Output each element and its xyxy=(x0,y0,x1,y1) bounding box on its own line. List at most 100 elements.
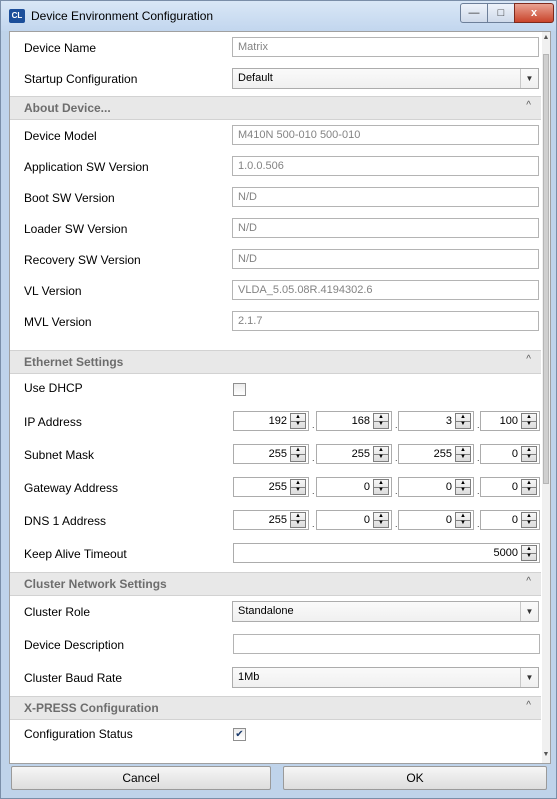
dns-octet-4[interactable]: 0 ▲ ▼ xyxy=(480,510,540,530)
gateway-octet-3[interactable]: 0 ▲ ▼ xyxy=(398,477,474,497)
loader-sw-version-field[interactable]: N/D xyxy=(232,218,539,238)
spin-buttons[interactable]: ▲ ▼ xyxy=(521,446,537,462)
section-about-device[interactable]: About Device... ^ xyxy=(10,96,541,120)
spin-buttons[interactable]: ▲ ▼ xyxy=(521,545,537,561)
spin-down-icon[interactable]: ▼ xyxy=(456,520,470,527)
spin-down-icon[interactable]: ▼ xyxy=(291,520,305,527)
section-ethernet-settings-title: Ethernet Settings xyxy=(24,355,124,369)
gateway-octet-1-value: 255 xyxy=(268,481,287,493)
spin-down-icon[interactable]: ▼ xyxy=(456,454,470,461)
spin-buttons[interactable]: ▲ ▼ xyxy=(455,446,471,462)
maximize-button[interactable]: □ xyxy=(487,3,515,23)
cluster-role-select[interactable]: Standalone ▼ xyxy=(232,601,539,622)
spin-down-icon[interactable]: ▼ xyxy=(374,421,388,428)
ip-octet-4[interactable]: 100 ▲ ▼ xyxy=(480,411,540,431)
subnet-octet-2[interactable]: 255 ▲ ▼ xyxy=(316,444,392,464)
spin-down-icon[interactable]: ▼ xyxy=(522,421,536,428)
chevron-up-icon[interactable]: ^ xyxy=(526,100,531,111)
chevron-down-icon[interactable]: ▼ xyxy=(520,69,538,88)
ip-octet-2[interactable]: 168 ▲ ▼ xyxy=(316,411,392,431)
spin-down-icon[interactable]: ▼ xyxy=(456,421,470,428)
dns-octet-3-value: 0 xyxy=(445,514,452,526)
section-about-device-title: About Device... xyxy=(24,101,111,115)
device-name-field[interactable]: Matrix xyxy=(232,37,539,57)
configuration-status-checkbox[interactable]: ✔ xyxy=(233,728,246,741)
spin-down-icon[interactable]: ▼ xyxy=(291,454,305,461)
spin-buttons[interactable]: ▲ ▼ xyxy=(290,446,306,462)
dns-octet-1[interactable]: 255 ▲ ▼ xyxy=(233,510,309,530)
vertical-scrollbar[interactable]: ▲ ▼ xyxy=(542,32,550,763)
section-cluster-network-settings[interactable]: Cluster Network Settings ^ xyxy=(10,572,541,596)
spin-down-icon[interactable]: ▼ xyxy=(522,553,536,560)
spin-down-icon[interactable]: ▼ xyxy=(291,487,305,494)
subnet-octet-4[interactable]: 0 ▲ ▼ xyxy=(480,444,540,464)
device-model-field[interactable]: M410N 500-010 500-010 xyxy=(232,125,539,145)
spin-buttons[interactable]: ▲ ▼ xyxy=(455,479,471,495)
spin-down-icon[interactable]: ▼ xyxy=(456,487,470,494)
app-sw-version-field[interactable]: 1.0.0.506 xyxy=(232,156,539,176)
vl-version-field[interactable]: VLDA_5.05.08R.4194302.6 xyxy=(232,280,539,300)
spin-down-icon[interactable]: ▼ xyxy=(374,454,388,461)
check-icon: ✔ xyxy=(235,729,244,740)
ip-octet-1-value: 192 xyxy=(268,415,287,427)
chevron-down-icon[interactable]: ▼ xyxy=(520,602,538,621)
use-dhcp-checkbox[interactable] xyxy=(233,383,246,396)
minimize-button[interactable]: — xyxy=(460,3,488,23)
spin-buttons[interactable]: ▲ ▼ xyxy=(373,479,389,495)
subnet-octet-1[interactable]: 255 ▲ ▼ xyxy=(233,444,309,464)
spin-buttons[interactable]: ▲ ▼ xyxy=(521,512,537,528)
spin-down-icon[interactable]: ▼ xyxy=(374,487,388,494)
boot-sw-version-field[interactable]: N/D xyxy=(232,187,539,207)
gateway-octet-4[interactable]: 0 ▲ ▼ xyxy=(480,477,540,497)
spin-buttons[interactable]: ▲ ▼ xyxy=(521,479,537,495)
startup-configuration-select[interactable]: Default ▼ xyxy=(232,68,539,89)
mvl-version-field[interactable]: 2.1.7 xyxy=(232,311,539,331)
spin-down-icon[interactable]: ▼ xyxy=(291,421,305,428)
section-ethernet-settings[interactable]: Ethernet Settings ^ xyxy=(10,350,541,374)
section-xpress-configuration[interactable]: X-PRESS Configuration ^ xyxy=(10,696,541,720)
gateway-address-row: Gateway Address 255 ▲ ▼ . 0 ▲ ▼ . 0 ▲ ▼ . 0 ▲ ▼ xyxy=(10,472,541,503)
ip-octet-2-value: 168 xyxy=(351,415,370,427)
ip-octet-3[interactable]: 3 ▲ ▼ xyxy=(398,411,474,431)
chevron-up-icon[interactable]: ^ xyxy=(526,700,531,711)
spin-buttons[interactable]: ▲ ▼ xyxy=(373,446,389,462)
cluster-baud-rate-value: 1Mb xyxy=(238,671,260,683)
spin-down-icon[interactable]: ▼ xyxy=(522,487,536,494)
spin-down-icon[interactable]: ▼ xyxy=(522,454,536,461)
ip-address-label: IP Address xyxy=(24,415,82,429)
scrollbar-thumb[interactable] xyxy=(543,54,549,484)
ip-octet-1[interactable]: 192 ▲ ▼ xyxy=(233,411,309,431)
gateway-octet-1[interactable]: 255 ▲ ▼ xyxy=(233,477,309,497)
dns-octet-1-value: 255 xyxy=(268,514,287,526)
spin-down-icon[interactable]: ▼ xyxy=(374,520,388,527)
cluster-baud-rate-select[interactable]: 1Mb ▼ xyxy=(232,667,539,688)
ok-button[interactable]: OK xyxy=(283,766,547,790)
scroll-down-icon[interactable]: ▼ xyxy=(542,751,550,758)
dns-address-label: DNS 1 Address xyxy=(24,514,107,528)
spin-buttons[interactable]: ▲ ▼ xyxy=(455,413,471,429)
recovery-sw-version-field[interactable]: N/D xyxy=(232,249,539,269)
chevron-down-icon[interactable]: ▼ xyxy=(520,668,538,687)
spin-buttons[interactable]: ▲ ▼ xyxy=(290,479,306,495)
subnet-octet-3[interactable]: 255 ▲ ▼ xyxy=(398,444,474,464)
spin-down-icon[interactable]: ▼ xyxy=(522,520,536,527)
spin-buttons[interactable]: ▲ ▼ xyxy=(455,512,471,528)
close-button[interactable]: x xyxy=(514,3,554,23)
spin-buttons[interactable]: ▲ ▼ xyxy=(373,413,389,429)
spin-buttons[interactable]: ▲ ▼ xyxy=(290,512,306,528)
dns-octet-3[interactable]: 0 ▲ ▼ xyxy=(398,510,474,530)
chevron-up-icon[interactable]: ^ xyxy=(526,354,531,365)
device-description-field[interactable] xyxy=(233,634,540,654)
cancel-button[interactable]: Cancel xyxy=(11,766,271,790)
boot-sw-version-label: Boot SW Version xyxy=(24,191,115,205)
spin-buttons[interactable]: ▲ ▼ xyxy=(521,413,537,429)
dns-octet-2[interactable]: 0 ▲ ▼ xyxy=(316,510,392,530)
chevron-up-icon[interactable]: ^ xyxy=(526,576,531,587)
scroll-up-icon[interactable]: ▲ xyxy=(542,34,550,41)
startup-configuration-row: Startup Configuration Default ▼ xyxy=(10,63,541,94)
gateway-octet-2[interactable]: 0 ▲ ▼ xyxy=(316,477,392,497)
spin-buttons[interactable]: ▲ ▼ xyxy=(290,413,306,429)
keep-alive-field[interactable]: 5000 ▲ ▼ xyxy=(233,543,540,563)
device-model-label: Device Model xyxy=(24,129,97,143)
spin-buttons[interactable]: ▲ ▼ xyxy=(373,512,389,528)
